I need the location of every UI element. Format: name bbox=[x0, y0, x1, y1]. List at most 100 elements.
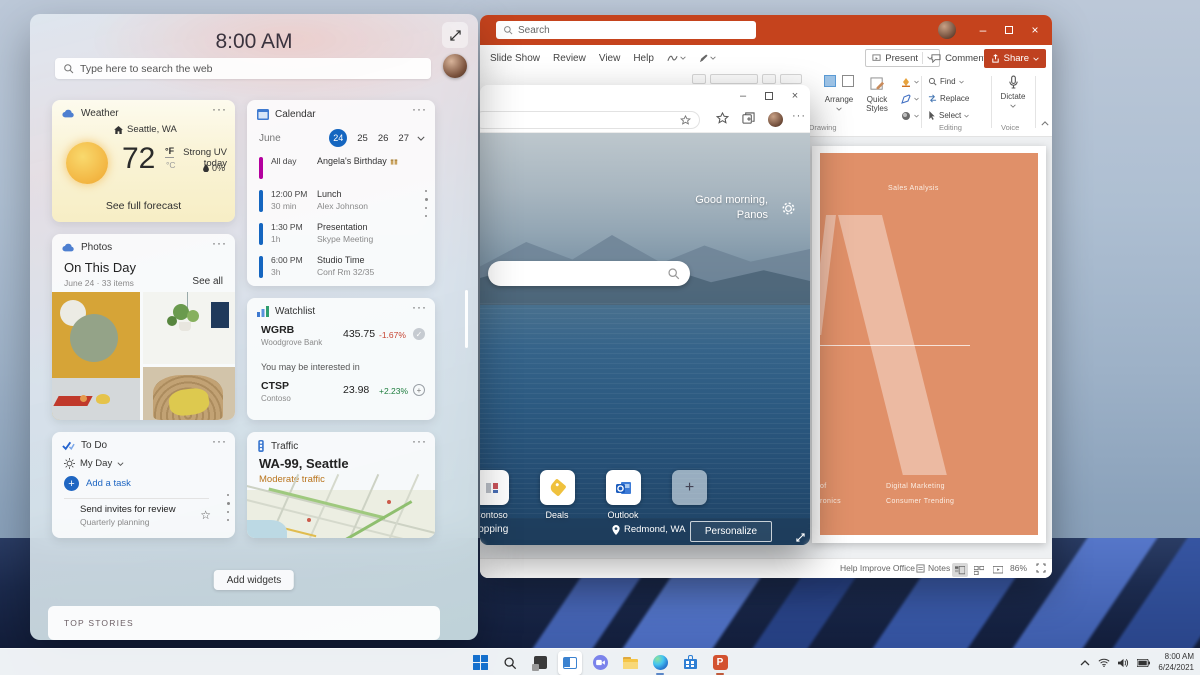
battery-icon[interactable] bbox=[1137, 659, 1150, 667]
hidden-icons-chevron[interactable] bbox=[1080, 660, 1090, 666]
taskbar-clock[interactable]: 8:00 AM 6/24/2021 bbox=[1158, 652, 1194, 673]
event-scroll-indicator[interactable] bbox=[425, 190, 428, 217]
stock-symbol[interactable]: CTSP bbox=[261, 380, 289, 392]
chevron-down-icon[interactable] bbox=[417, 136, 425, 141]
ribbon-shapes-gallery[interactable] bbox=[710, 74, 758, 84]
add-widgets-button[interactable]: Add widgets bbox=[214, 570, 294, 590]
todo-widget[interactable]: To Do ··· My Day + Add a task Send invit… bbox=[52, 432, 235, 538]
see-all-link[interactable]: See all bbox=[192, 276, 223, 287]
maximize-button[interactable] bbox=[996, 15, 1022, 45]
calendar-date[interactable]: 27 bbox=[398, 133, 409, 144]
calendar-event[interactable]: All day Angela's Birthday bbox=[259, 155, 419, 183]
edge-button[interactable] bbox=[648, 651, 672, 675]
chat-button[interactable] bbox=[588, 651, 612, 675]
close-button[interactable]: × bbox=[1022, 15, 1048, 45]
widget-menu-button[interactable]: ··· bbox=[412, 300, 427, 314]
notes-button[interactable]: Notes bbox=[916, 563, 950, 573]
powerpoint-search-box[interactable]: Search bbox=[496, 21, 756, 39]
collections-star-icon[interactable] bbox=[716, 112, 729, 125]
photos-widget[interactable]: Photos ··· On This Day June 24 · 33 item… bbox=[52, 234, 235, 420]
slide-sorter-view-button[interactable] bbox=[971, 563, 987, 577]
shape-effects-button[interactable] bbox=[901, 111, 919, 121]
store-button[interactable] bbox=[678, 651, 702, 675]
todo-scroll-indicator[interactable] bbox=[227, 494, 230, 521]
calendar-date[interactable]: 25 bbox=[357, 133, 368, 144]
arrange-button[interactable]: Arrange bbox=[821, 75, 857, 113]
traffic-map[interactable] bbox=[247, 490, 435, 538]
weather-widget[interactable]: Weather ··· Seattle, WA 72 °F °C Strong … bbox=[52, 100, 235, 222]
expand-diagonal-icon[interactable] bbox=[796, 533, 805, 542]
address-bar[interactable] bbox=[480, 111, 700, 129]
stock-symbol[interactable]: WGRB bbox=[261, 324, 294, 336]
ribbon-arrange-icon[interactable] bbox=[780, 74, 802, 84]
quick-styles-button[interactable]: Quick Styles bbox=[859, 75, 895, 113]
add-stock-icon[interactable]: + bbox=[413, 384, 425, 396]
watchlist-widget[interactable]: Watchlist ··· WGRB Woodgrove Bank 435.75… bbox=[247, 298, 435, 420]
volume-icon[interactable] bbox=[1118, 658, 1129, 668]
ribbon-shape-icon[interactable] bbox=[692, 74, 706, 84]
ribbon-shape-icon[interactable] bbox=[762, 74, 776, 84]
tab-slide-show[interactable]: Slide Show bbox=[490, 53, 540, 64]
collapse-ribbon-icon[interactable] bbox=[1041, 121, 1049, 126]
widget-menu-button[interactable]: ··· bbox=[412, 102, 427, 116]
widgets-button[interactable] bbox=[558, 651, 582, 675]
web-search-input[interactable]: Type here to search the web bbox=[55, 58, 431, 79]
ink-tools-button[interactable] bbox=[667, 54, 686, 63]
photo-thumbnail[interactable] bbox=[143, 367, 235, 420]
file-explorer-button[interactable] bbox=[618, 651, 642, 675]
powerpoint-titlebar[interactable]: Search – × bbox=[480, 15, 1052, 45]
panel-scrollbar[interactable] bbox=[465, 290, 468, 348]
add-task-button[interactable]: + Add a task bbox=[64, 476, 131, 491]
photo-thumbnail[interactable] bbox=[143, 292, 235, 364]
calendar-widget[interactable]: Calendar ··· June 24 25 26 27 All day An… bbox=[247, 100, 435, 286]
tab-review[interactable]: Review bbox=[553, 53, 586, 64]
close-button[interactable]: × bbox=[782, 85, 808, 107]
slide-canvas[interactable]: Sales Analysis of ronics Digital Marketi… bbox=[812, 146, 1046, 543]
wifi-icon[interactable] bbox=[1098, 658, 1110, 667]
tab-help[interactable]: Help bbox=[633, 53, 654, 64]
profile-avatar[interactable] bbox=[768, 112, 783, 127]
minimize-button[interactable]: – bbox=[730, 85, 756, 107]
calendar-event[interactable]: 12:00 PM 30 min Lunch Alex Johnson bbox=[259, 188, 419, 216]
quicklink-tile-deals[interactable] bbox=[540, 470, 575, 505]
calendar-date[interactable]: 26 bbox=[378, 133, 389, 144]
maximize-button[interactable] bbox=[756, 85, 782, 107]
account-avatar[interactable] bbox=[938, 21, 956, 39]
normal-view-button[interactable] bbox=[952, 563, 968, 577]
see-full-forecast-link[interactable]: See full forecast bbox=[52, 200, 235, 212]
shape-fill-button[interactable] bbox=[901, 77, 919, 87]
calendar-date-selected[interactable]: 24 bbox=[329, 129, 347, 147]
traffic-widget[interactable]: Traffic ··· WA-99, Seattle Moderate traf… bbox=[247, 432, 435, 538]
taskbar-search-button[interactable] bbox=[498, 651, 522, 675]
photo-thumbnail[interactable] bbox=[52, 292, 140, 420]
expand-panel-button[interactable] bbox=[442, 22, 468, 48]
slideshow-view-button[interactable] bbox=[990, 563, 1006, 577]
widget-menu-button[interactable]: ··· bbox=[412, 434, 427, 448]
stock-added-check-icon[interactable]: ✓ bbox=[413, 328, 425, 340]
page-settings-gear-icon[interactable] bbox=[781, 201, 796, 216]
shopping-link[interactable]: Shopping bbox=[480, 524, 508, 535]
widget-menu-button[interactable]: ··· bbox=[212, 236, 227, 250]
zoom-level[interactable]: 86% bbox=[1010, 563, 1027, 573]
widget-menu-button[interactable]: ··· bbox=[212, 102, 227, 116]
task-view-button[interactable] bbox=[528, 651, 552, 675]
add-quicklink-tile[interactable]: + bbox=[672, 470, 707, 505]
select-button[interactable]: Select bbox=[928, 111, 969, 120]
widget-menu-button[interactable]: ··· bbox=[212, 434, 227, 448]
tab-view[interactable]: View bbox=[599, 53, 621, 64]
find-button[interactable]: Find bbox=[928, 77, 964, 86]
minimize-button[interactable]: – bbox=[970, 15, 996, 45]
user-avatar[interactable] bbox=[443, 54, 467, 78]
web-search-bar[interactable] bbox=[488, 261, 690, 286]
fit-slide-button[interactable] bbox=[1036, 563, 1046, 573]
task-favorite-star-icon[interactable]: ☆ bbox=[200, 508, 211, 522]
start-button[interactable] bbox=[468, 651, 492, 675]
shape-outline-button[interactable] bbox=[901, 94, 919, 104]
help-improve-office-link[interactable]: Help Improve Office bbox=[840, 563, 915, 573]
quicklink-tile-contoso[interactable] bbox=[480, 470, 509, 505]
powerpoint-button[interactable]: P bbox=[708, 651, 732, 675]
favorites-star-icon[interactable] bbox=[680, 115, 691, 126]
share-button[interactable]: Share bbox=[984, 49, 1046, 68]
personalize-button[interactable]: Personalize bbox=[690, 521, 772, 542]
collections-icon[interactable] bbox=[742, 112, 755, 125]
